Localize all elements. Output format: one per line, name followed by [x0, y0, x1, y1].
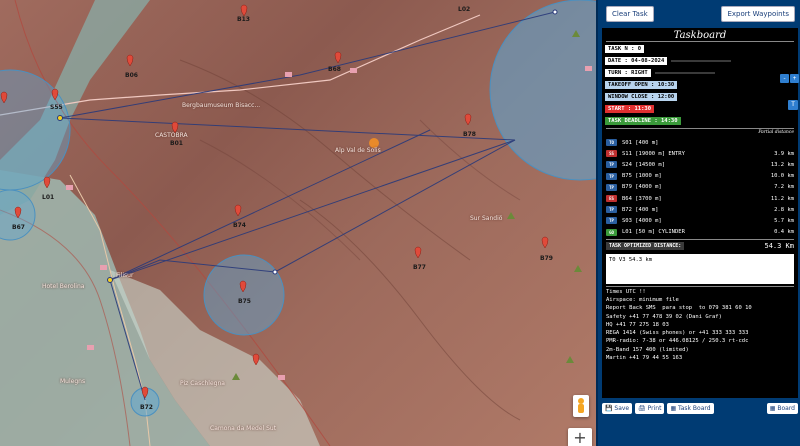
turnpoint-distance: 5.7 km [774, 217, 794, 224]
map-terrain [0, 0, 596, 446]
decrease-button[interactable]: - [780, 74, 789, 83]
turnpoint-list: TO S01 [400 m] SS S11 [19000 m] ENTRY 3.9 km… [602, 137, 798, 238]
turnpoint-type-badge: TP [606, 161, 617, 169]
turnpoint-label: L02 [458, 6, 471, 13]
place-label: Piz Caschlegna [180, 380, 225, 387]
task-date: DATE : 04-08-2024 [605, 57, 668, 65]
turnpoint-distance: 13.2 km [770, 161, 794, 168]
optimized-distance-row: TASK OPTIMIZED DISTANCE: 54.3 Km [602, 241, 798, 252]
task-deadline: TASK DEADLINE : 14:30 [605, 117, 681, 125]
place-label: Mulegns [60, 378, 86, 385]
turnpoint-name: B75 [1000 m] [622, 173, 662, 180]
turnpoint-type-badge: TP [606, 172, 617, 180]
turnpoint-distance: 3.9 km [774, 150, 794, 157]
task-board-label: Task Board [678, 404, 711, 412]
turnpoint-name: L01 [50 m] CYLINDER [622, 229, 685, 236]
taskboard-title: Taskboard [673, 30, 727, 41]
turnpoint-name: B79 [4000 m] [622, 184, 662, 191]
turnpoint-label: L01 [42, 194, 55, 201]
turnpoint-label: S55 [50, 104, 63, 111]
turnpoint-label: B13 [237, 16, 250, 23]
task-number: TASK N : 0 [605, 45, 645, 53]
taskboard: Taskboard - + T TASK N : 0 DATE : 04-08-… [602, 28, 799, 398]
partial-distance-label: Partial distance [758, 130, 794, 135]
toggle-button[interactable]: T [788, 100, 798, 110]
turnpoint-label: B06 [125, 72, 138, 79]
turnpoint-label: B79 [540, 255, 553, 262]
turnpoint-distance: 11.2 km [770, 195, 794, 202]
save-button[interactable]: 💾 Save [602, 402, 633, 414]
increase-button[interactable]: + [790, 74, 799, 83]
turnpoint-label: B67 [12, 224, 25, 231]
clear-task-button[interactable]: Clear Task [606, 6, 654, 22]
window-close: WINDOW CLOSE : 12:00 [605, 93, 678, 101]
takeoff-open: TAKEOFF OPEN : 10:30 [605, 81, 678, 89]
start-time: START : 11:30 [605, 105, 655, 113]
optimized-distance-value: 54.3 Km [764, 242, 794, 251]
turnpoint-row: SS S11 [19000 m] ENTRY 3.9 km [602, 148, 798, 159]
task-board-button[interactable]: ▦ Task Board [667, 402, 714, 414]
turnpoint-name: S01 [400 m] [622, 139, 659, 146]
turnpoint-label: B72 [140, 404, 153, 411]
turnpoint-distance: 2.8 km [774, 206, 794, 213]
zoom-in-button[interactable]: + [568, 428, 592, 446]
place-label: Hotel Berolina [42, 283, 85, 290]
task-notes: Times UTC !! Airspace: minimum file Repo… [606, 288, 752, 362]
turnpoint-label: B78 [463, 131, 476, 138]
turnpoint-distance: 7.2 km [774, 184, 794, 191]
task-description-input[interactable]: T0 V3 54.3 km [606, 253, 794, 284]
turnpoint-label: B68 [328, 66, 341, 73]
pegman-icon[interactable] [573, 395, 589, 417]
export-waypoints-button[interactable]: Export Waypoints [721, 6, 795, 22]
map-view[interactable]: B13 L02 B06 S55 B01 B78 L01 B67 B74 B77 … [0, 0, 596, 446]
turnpoint-name: S11 [19000 m] ENTRY [622, 150, 685, 157]
turnpoint-type-badge: GO [606, 228, 617, 236]
place-label: Bergbaumuseum Bisacc... [182, 102, 261, 109]
place-label: CASTOBRA [155, 132, 188, 139]
turnpoint-type-badge: TP [606, 206, 617, 214]
task-turn: TURN : RIGHT [605, 69, 651, 77]
panel-toolbar: Clear Task Export Waypoints [598, 0, 800, 28]
turnpoint-row: ES B64 [3700 m] 11.2 km [602, 193, 798, 204]
panel-bottom-bar: 💾 Save 🖨 Print ▦ Task Board ▦ Board [602, 400, 798, 416]
turnpoint-name: S24 [14500 m] [622, 161, 666, 168]
turnpoint-label: B01 [170, 140, 183, 147]
place-label: Filisur [116, 272, 134, 279]
turnpoint-row: TO S01 [400 m] [602, 137, 798, 148]
turnpoint-label: B74 [233, 222, 246, 229]
turnpoint-name: S03 [4000 m] [622, 217, 662, 224]
turnpoint-row: TP B72 [400 m] 2.8 km [602, 204, 798, 215]
turnpoint-distance: 10.0 km [770, 173, 794, 180]
turnpoint-row: GO L01 [50 m] CYLINDER 0.4 km [602, 227, 798, 238]
turnpoint-name: B64 [3700 m] [622, 195, 662, 202]
turnpoint-type-badge: TO [606, 139, 617, 147]
turnpoint-label: B75 [238, 298, 251, 305]
turnpoint-row: TP S03 [4000 m] 5.7 km [602, 215, 798, 226]
turnpoint-distance: 0.4 km [774, 229, 794, 236]
turnpoint-label: B77 [413, 264, 426, 271]
print-label: Print [647, 404, 662, 412]
print-button[interactable]: 🖨 Print [635, 402, 665, 414]
turnpoint-type-badge: TP [606, 183, 617, 191]
turnpoint-row: TP S24 [14500 m] 13.2 km [602, 159, 798, 170]
turnpoint-type-badge: TP [606, 217, 617, 225]
board-label: Board [777, 404, 795, 412]
save-label: Save [614, 404, 630, 412]
place-label: Camona da Medel Sut [210, 425, 277, 432]
place-label: Alp Val de Solis [335, 147, 381, 154]
optimized-distance-label: TASK OPTIMIZED DISTANCE: [606, 242, 685, 251]
turnpoint-type-badge: SS [606, 150, 617, 158]
turnpoint-type-badge: ES [606, 195, 617, 203]
place-label: Sur Sandiö [470, 215, 503, 222]
turnpoint-name: B72 [400 m] [622, 206, 659, 213]
board-button[interactable]: ▦ Board [766, 402, 798, 414]
task-panel: Clear Task Export Waypoints Taskboard - … [596, 0, 800, 446]
turnpoint-row: TP B79 [4000 m] 7.2 km [602, 182, 798, 193]
turnpoint-row: TP B75 [1000 m] 10.0 km [602, 171, 798, 182]
